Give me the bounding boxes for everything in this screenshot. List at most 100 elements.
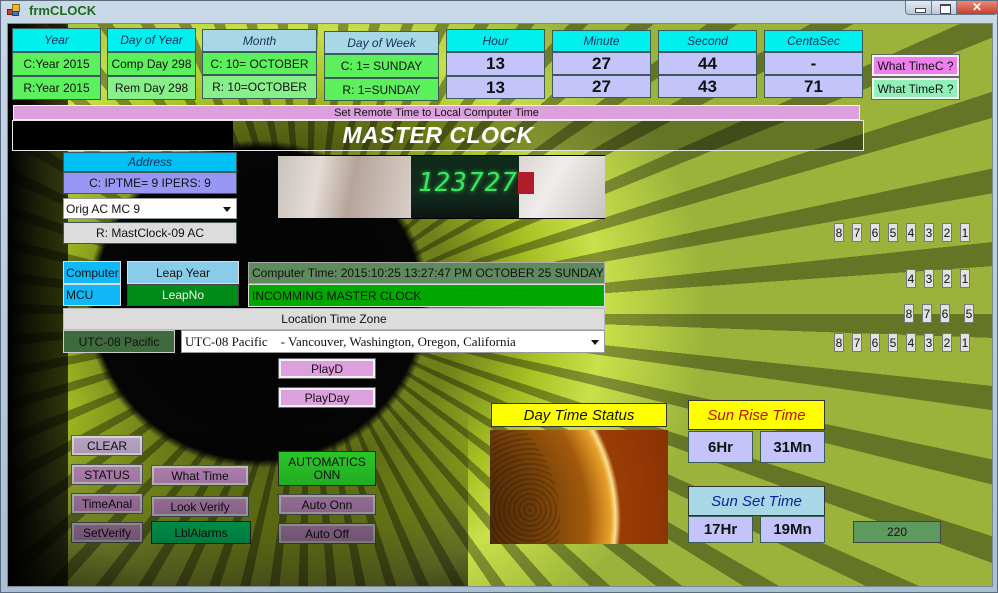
bit-indicator: 5: [888, 333, 898, 352]
month-computer: C: 10= OCTOBER: [202, 52, 317, 75]
bit-indicator: 6: [940, 304, 950, 323]
day-of-year-computer: Comp Day 298: [107, 52, 196, 76]
location-time-zone-header: Location Time Zone: [63, 308, 605, 330]
centasec-remote: 71: [764, 75, 863, 98]
day-time-status-header: Day Time Status: [491, 403, 667, 427]
bit-indicator: 4: [906, 333, 916, 352]
bit-indicator: 8: [834, 223, 844, 242]
minute-header: Minute: [552, 30, 651, 52]
client-area: Year C:Year 2015 R:Year 2015 Day of Year…: [7, 23, 993, 587]
app-window: frmCLOCK ✕ Year C:Year 2015 R:Year 2015 …: [0, 0, 998, 593]
address-combo-value: Orig AC MC 9: [66, 201, 141, 216]
chevron-down-icon[interactable]: [591, 339, 599, 345]
hour-remote: 13: [446, 76, 545, 99]
bit-indicator: 3: [924, 223, 934, 242]
bit-indicator: 4: [906, 269, 916, 288]
bit-indicator: 7: [852, 333, 862, 352]
auto-off-button[interactable]: Auto Off: [279, 524, 375, 543]
address-computer-value: C: IPTME= 9 IPERS: 9: [63, 172, 237, 194]
second-header: Second: [658, 30, 757, 52]
centasec-header: CentaSec: [764, 30, 863, 52]
leap-year-value: LeapNo: [127, 284, 239, 306]
minute-remote: 27: [552, 75, 651, 98]
bit-indicator: 5: [888, 223, 898, 242]
bit-indicator: 1: [960, 333, 970, 352]
year-header: Year: [12, 28, 101, 52]
hour-computer: 13: [446, 52, 545, 76]
incoming-status: INCOMMING MASTER CLOCK: [248, 284, 605, 307]
led-indicator: [518, 172, 534, 194]
address-combo[interactable]: Orig AC MC 9: [63, 198, 237, 219]
window-title: frmCLOCK: [29, 3, 97, 18]
minute-computer: 27: [552, 52, 651, 75]
play-d-button[interactable]: PlayD: [279, 359, 375, 378]
year-computer: C:Year 2015: [12, 52, 101, 76]
day-of-week-header: Day of Week: [324, 31, 439, 54]
time-zone-combo-value: UTC-08 Pacific - Vancouver, Washington, …: [185, 333, 516, 349]
sun-set-hours: 17Hr: [688, 516, 753, 543]
master-clock-title: MASTER CLOCK: [342, 122, 534, 148]
hour-header: Hour: [446, 29, 545, 52]
master-clock-banner: MASTER CLOCK: [12, 120, 864, 151]
close-button[interactable]: ✕: [956, 0, 998, 15]
bit-indicator: 2: [942, 333, 952, 352]
bit-indicator: 8: [834, 333, 844, 352]
look-verify-button[interactable]: Look Verify: [152, 497, 248, 516]
sun-set-minutes: 19Mn: [760, 516, 825, 543]
sun-rise-minutes: 31Mn: [760, 431, 825, 463]
what-time-button[interactable]: What Time: [152, 466, 248, 485]
close-icon: ✕: [971, 0, 983, 14]
minimize-button[interactable]: [905, 1, 932, 15]
bit-indicator: 7: [852, 223, 862, 242]
what-time-c-button[interactable]: What TimeC ?: [872, 55, 959, 76]
computer-label: Computer: [63, 261, 121, 284]
month-remote: R: 10=OCTOBER: [202, 75, 317, 99]
bit-indicator: 8: [904, 304, 914, 323]
leap-year-header: Leap Year: [127, 261, 239, 284]
bit-indicator: 3: [924, 333, 934, 352]
bit-indicator: 1: [960, 269, 970, 288]
maximize-button[interactable]: [931, 1, 957, 15]
master-clock-photo: 123727: [278, 155, 605, 219]
year-remote: R:Year 2015: [12, 76, 101, 100]
sun-set-header: Sun Set Time: [688, 486, 825, 516]
mcu-label: MCU: [63, 284, 121, 306]
auto-onn-button[interactable]: Auto Onn: [279, 495, 375, 514]
second-remote: 43: [658, 75, 757, 98]
month-header: Month: [202, 29, 317, 52]
clear-button[interactable]: CLEAR: [72, 436, 142, 455]
sun-rise-hours: 6Hr: [688, 431, 753, 463]
centasec-computer: -: [764, 52, 863, 75]
address-remote-value: R: MastClock-09 AC: [63, 222, 237, 244]
set-remote-time-button[interactable]: Set Remote Time to Local Computer Time: [13, 105, 860, 120]
sun-rise-header: Sun Rise Time: [688, 400, 825, 430]
time-zone-combo[interactable]: UTC-08 Pacific - Vancouver, Washington, …: [181, 330, 605, 353]
clock-digits: 123727: [418, 168, 518, 198]
time-anal-button[interactable]: TimeAnal: [72, 494, 142, 513]
time-zone-short: UTC-08 Pacific: [63, 330, 175, 353]
bit-indicator: 6: [870, 223, 880, 242]
second-computer: 44: [658, 52, 757, 75]
sun-image: [490, 430, 668, 544]
status-button[interactable]: STATUS: [72, 465, 142, 484]
day-of-year-remote: Rem Day 298: [107, 76, 196, 100]
day-of-week-computer: C: 1= SUNDAY: [324, 54, 439, 78]
counter-label: 220: [853, 521, 941, 543]
automatics-status: AUTOMATICS ONN: [278, 451, 376, 486]
chevron-down-icon[interactable]: [223, 206, 231, 212]
set-verify-button[interactable]: SetVerify: [72, 523, 142, 542]
day-of-week-remote: R: 1=SUNDAY: [324, 78, 439, 101]
bit-indicator: 5: [964, 304, 974, 323]
bit-indicator: 6: [870, 333, 880, 352]
bit-indicator: 3: [924, 269, 934, 288]
alarms-label: LblAlarms: [151, 521, 251, 544]
bit-indicator: 7: [922, 304, 932, 323]
computer-time-display: Computer Time: 2015:10:25 13:27:47 PM OC…: [248, 262, 605, 284]
title-bar[interactable]: frmCLOCK ✕: [1, 0, 998, 21]
bit-indicator: 2: [942, 223, 952, 242]
play-day-button[interactable]: PlayDay: [279, 388, 375, 407]
address-header: Address: [63, 152, 237, 172]
what-time-r-button[interactable]: What TimeR ?: [872, 78, 959, 99]
bit-indicator: 4: [906, 223, 916, 242]
bit-indicator: 2: [942, 269, 952, 288]
